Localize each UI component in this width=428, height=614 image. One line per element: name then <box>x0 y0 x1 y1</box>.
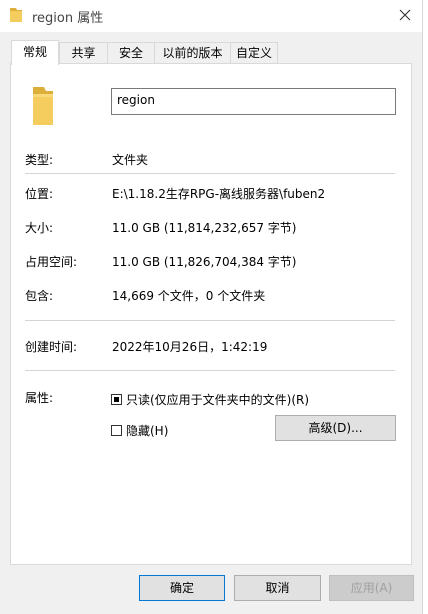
size-label: 大小: <box>25 221 54 235</box>
contains-label: 包含: <box>25 289 54 303</box>
advanced-button[interactable]: 高级(D)... <box>275 415 396 441</box>
checkbox-unchecked-icon <box>111 425 122 436</box>
location-label: 位置: <box>25 187 54 201</box>
cancel-button[interactable]: 取消 <box>234 575 321 601</box>
close-icon <box>399 9 411 24</box>
disk-size-label: 占用空间: <box>25 255 78 269</box>
contains-value: 14,669 个文件，0 个文件夹 <box>112 289 266 303</box>
readonly-checkbox[interactable]: 只读(仅应用于文件夹中的文件)(R) <box>111 391 309 408</box>
separator <box>25 370 395 371</box>
apply-button[interactable]: 应用(A) <box>329 575 414 601</box>
tab-general[interactable]: 常规 <box>11 40 59 65</box>
tab-customize[interactable]: 自定义 <box>230 42 278 64</box>
close-button[interactable] <box>388 0 422 32</box>
location-value: E:\1.18.2生存RPG-离线服务器\fuben2 <box>112 187 326 201</box>
background-window-edge <box>423 0 428 614</box>
created-value: 2022年10月26日，1:42:19 <box>112 340 268 354</box>
type-value: 文件夹 <box>112 153 149 167</box>
hidden-checkbox[interactable]: 隐藏(H) <box>111 422 168 439</box>
disk-size-value: 11.0 GB (11,826,704,384 字节) <box>112 255 297 269</box>
separator <box>25 173 395 174</box>
title-bar[interactable]: region 属性 <box>0 0 422 32</box>
properties-dialog: region 属性 常规 共享 安全 以前的版本 自定义 region 类型: … <box>0 0 423 614</box>
folder-name-input[interactable]: region <box>111 88 396 115</box>
tab-security[interactable]: 安全 <box>107 42 155 64</box>
ok-button[interactable]: 确定 <box>139 575 225 601</box>
general-panel <box>10 63 412 565</box>
tab-previous-versions[interactable]: 以前的版本 <box>154 42 231 64</box>
folder-icon <box>30 85 56 127</box>
folder-icon <box>9 6 23 24</box>
created-label: 创建时间: <box>25 340 78 354</box>
window-title: region 属性 <box>32 11 104 26</box>
size-value: 11.0 GB (11,814,232,657 字节) <box>112 221 297 235</box>
checkbox-indeterminate-icon <box>111 394 122 405</box>
readonly-label: 只读(仅应用于文件夹中的文件)(R) <box>126 393 310 407</box>
attributes-label: 属性: <box>25 391 54 405</box>
hidden-label: 隐藏(H) <box>126 424 169 438</box>
type-label: 类型: <box>25 153 54 167</box>
separator <box>25 320 395 321</box>
tab-sharing[interactable]: 共享 <box>59 42 108 64</box>
